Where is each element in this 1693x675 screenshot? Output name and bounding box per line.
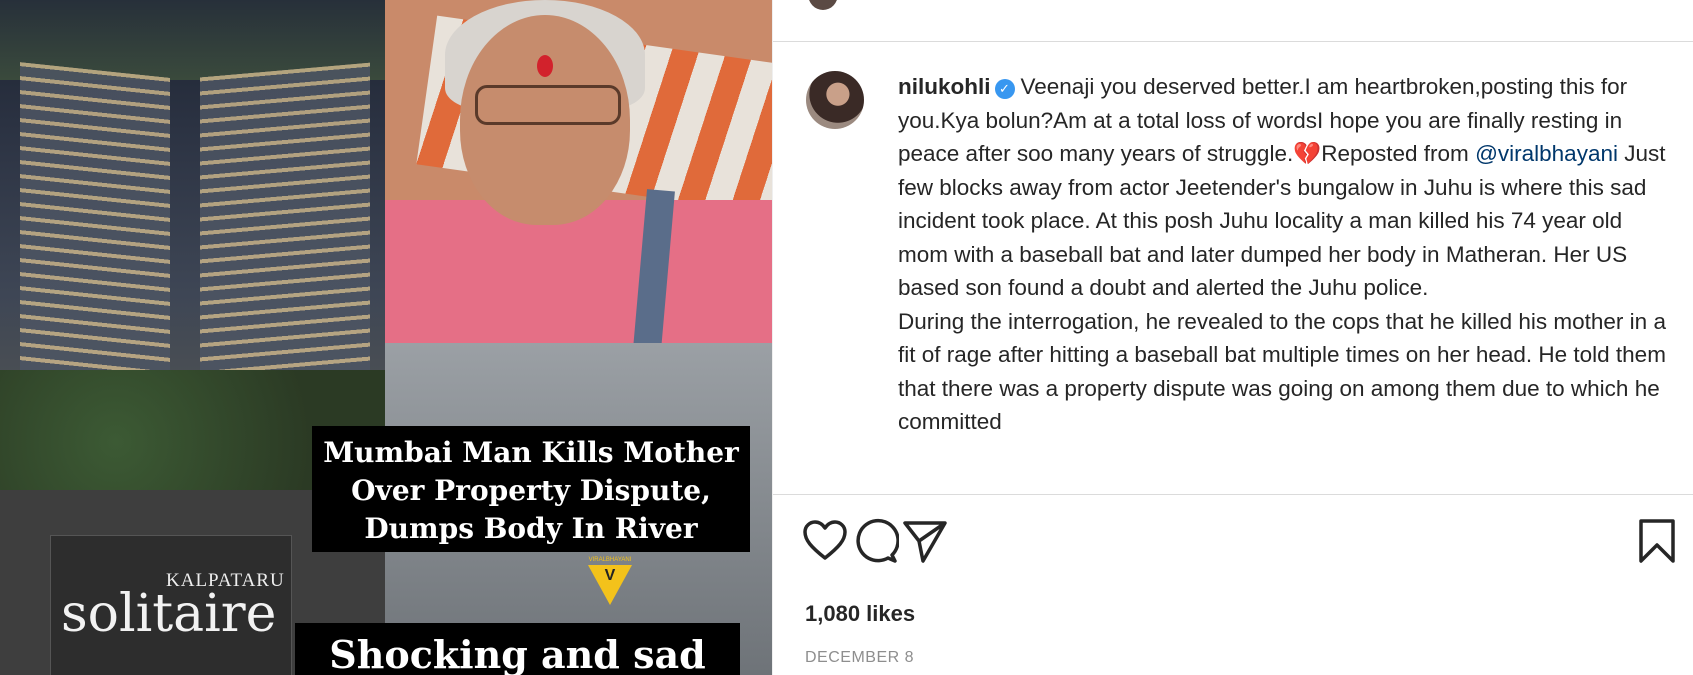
action-bar [773, 494, 1693, 595]
paper-plane-icon[interactable] [901, 517, 949, 565]
broken-heart-emoji: 💔 [1293, 141, 1322, 166]
avatar[interactable] [806, 71, 864, 129]
post-caption: nilukohli ✓ Veenaji you deserved better.I … [898, 70, 1668, 439]
verified-badge-icon: ✓ [994, 79, 1015, 99]
like-count[interactable]: 1,080 likes [805, 601, 915, 627]
post-sidebar: nilukohli ✓ Veenaji you deserved better.I … [772, 0, 1693, 675]
post-media[interactable]: KALPATARU solitaire Mumbai Man Kills Mot… [0, 0, 772, 675]
building-photo [0, 0, 385, 490]
bookmark-icon[interactable] [1633, 517, 1681, 565]
headline-line-2: Over Property Dispute, [351, 474, 711, 507]
news-headline: Mumbai Man Kills Mother Over Property Di… [312, 426, 750, 552]
banner-text: Shocking and sad [295, 623, 740, 675]
heart-icon[interactable] [801, 517, 849, 565]
post-header [773, 0, 1693, 42]
viralbhayani-logo: VIRALBHAYANI V [588, 557, 632, 607]
mention-link[interactable]: @viralbhayani [1475, 141, 1618, 166]
username-link[interactable]: nilukohli [898, 74, 991, 99]
comment-icon[interactable] [851, 517, 899, 565]
woman-portrait-photo [385, 0, 772, 343]
caption-text-2: Reposted from [1321, 141, 1476, 166]
caption-text-4: During the interrogation, he revealed to… [898, 308, 1666, 435]
post-date: DECEMBER 8 [805, 649, 915, 666]
header-avatar[interactable] [808, 0, 838, 10]
headline-line-3: Dumps Body In River [364, 512, 698, 545]
sign-name: solitaire [61, 584, 277, 644]
building-sign: KALPATARU solitaire [50, 535, 292, 675]
headline-line-1: Mumbai Man Kills Mother [323, 436, 739, 469]
caption-section: nilukohli ✓ Veenaji you deserved better.I … [773, 42, 1693, 494]
